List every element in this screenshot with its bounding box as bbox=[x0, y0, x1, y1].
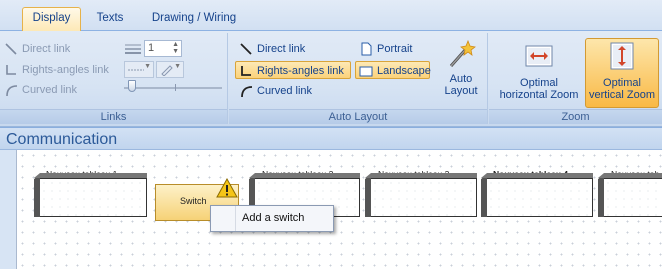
auto-layout-group: Direct link Rights-angles link Curved li… bbox=[229, 33, 488, 124]
auto-curved-label: Curved link bbox=[257, 85, 313, 97]
auto-direct-link-label: Direct link bbox=[257, 43, 306, 55]
table-box-4[interactable] bbox=[486, 178, 593, 217]
direct-link-icon bbox=[5, 43, 17, 55]
dash-style-icon bbox=[128, 69, 144, 71]
optimal-horizontal-zoom-line1: Optimal bbox=[520, 77, 558, 89]
zoom-group-label: Zoom bbox=[489, 109, 662, 124]
auto-layout-group-label: Auto Layout bbox=[229, 109, 487, 124]
rights-angles-link-icon bbox=[241, 66, 251, 76]
tab-drawing-wiring[interactable]: Drawing / Wiring bbox=[141, 8, 247, 31]
curved-link-icon bbox=[6, 85, 18, 97]
links-group-label: Links bbox=[0, 109, 227, 124]
warning-icon bbox=[216, 178, 238, 198]
optimal-vertical-zoom-button[interactable]: Optimal vertical Zoom bbox=[585, 38, 659, 108]
auto-rights-angles-link[interactable]: Rights-angles link bbox=[235, 61, 351, 79]
spin-up-icon[interactable]: ▲ bbox=[172, 41, 179, 48]
optimal-horizontal-zoom-button[interactable]: Optimal horizontal Zoom bbox=[495, 39, 583, 107]
line-style-dropdown[interactable]: ▼ bbox=[124, 61, 154, 78]
links-curved-link[interactable]: Curved link bbox=[4, 81, 77, 99]
links-curved-label: Curved link bbox=[22, 84, 78, 96]
links-group: Direct link Rights-angles link Curved li… bbox=[0, 33, 228, 124]
links-direct-link[interactable]: Direct link bbox=[4, 40, 70, 58]
line-color-dropdown[interactable]: ▼ bbox=[156, 61, 184, 78]
spin-down-icon[interactable]: ▼ bbox=[172, 48, 179, 55]
links-rights-angles-label: Rights-angles link bbox=[22, 64, 109, 76]
landscape-button[interactable]: Landscape bbox=[355, 61, 431, 79]
auto-layout-label-line2: Layout bbox=[444, 85, 478, 97]
rights-angles-link-icon bbox=[6, 65, 16, 75]
table-box-5[interactable] bbox=[603, 178, 662, 217]
pencil-color-icon bbox=[161, 65, 173, 76]
optimal-horizontal-zoom-line2: horizontal Zoom bbox=[499, 89, 579, 101]
landscape-label: Landscape bbox=[377, 65, 431, 77]
line-weight-icon bbox=[125, 44, 141, 54]
panel-title: Communication bbox=[6, 131, 118, 148]
auto-layout-button[interactable]: Auto Layout bbox=[439, 39, 483, 103]
table-box-3[interactable] bbox=[370, 178, 477, 217]
auto-direct-link[interactable]: Direct link bbox=[237, 40, 307, 58]
curved-link-icon bbox=[241, 86, 253, 98]
chevron-down-icon: ▼ bbox=[174, 63, 181, 70]
auto-layout-label-line1: Auto bbox=[449, 73, 473, 85]
context-menu: Add a switch bbox=[210, 205, 334, 232]
portrait-button[interactable]: Portrait bbox=[357, 40, 414, 58]
context-menu-separator bbox=[235, 206, 236, 231]
line-weight-spin-input[interactable]: 1 ▲ ▼ bbox=[144, 40, 182, 57]
tab-texts[interactable]: Texts bbox=[87, 8, 133, 31]
horizontal-zoom-icon bbox=[525, 45, 553, 67]
line-weight-value: 1 bbox=[148, 42, 155, 54]
link-slider-track[interactable] bbox=[124, 87, 222, 89]
portrait-page-icon bbox=[361, 42, 372, 56]
tab-display[interactable]: Display bbox=[22, 7, 81, 32]
magic-wand-icon bbox=[449, 39, 476, 67]
auto-rights-angles-label: Rights-angles link bbox=[257, 65, 344, 77]
chevron-down-icon: ▼ bbox=[144, 63, 151, 70]
table-box-1[interactable] bbox=[39, 178, 147, 217]
portrait-label: Portrait bbox=[377, 43, 413, 55]
links-rights-angles-link[interactable]: Rights-angles link bbox=[4, 61, 109, 79]
zoom-group: Optimal horizontal Zoom Optimal vertical… bbox=[489, 33, 662, 124]
direct-link-icon bbox=[240, 43, 252, 55]
context-menu-add-switch[interactable]: Add a switch bbox=[242, 212, 304, 224]
landscape-page-icon bbox=[359, 66, 373, 77]
links-direct-link-label: Direct link bbox=[22, 43, 71, 55]
auto-curved-link[interactable]: Curved link bbox=[237, 82, 314, 100]
vertical-zoom-icon bbox=[610, 42, 634, 70]
slider-tick bbox=[175, 84, 176, 91]
link-slider-thumb[interactable] bbox=[128, 80, 136, 92]
optimal-vertical-zoom-line2: vertical Zoom bbox=[588, 89, 656, 101]
switch-label: Switch bbox=[180, 196, 207, 206]
optimal-vertical-zoom-line1: Optimal bbox=[603, 77, 641, 89]
